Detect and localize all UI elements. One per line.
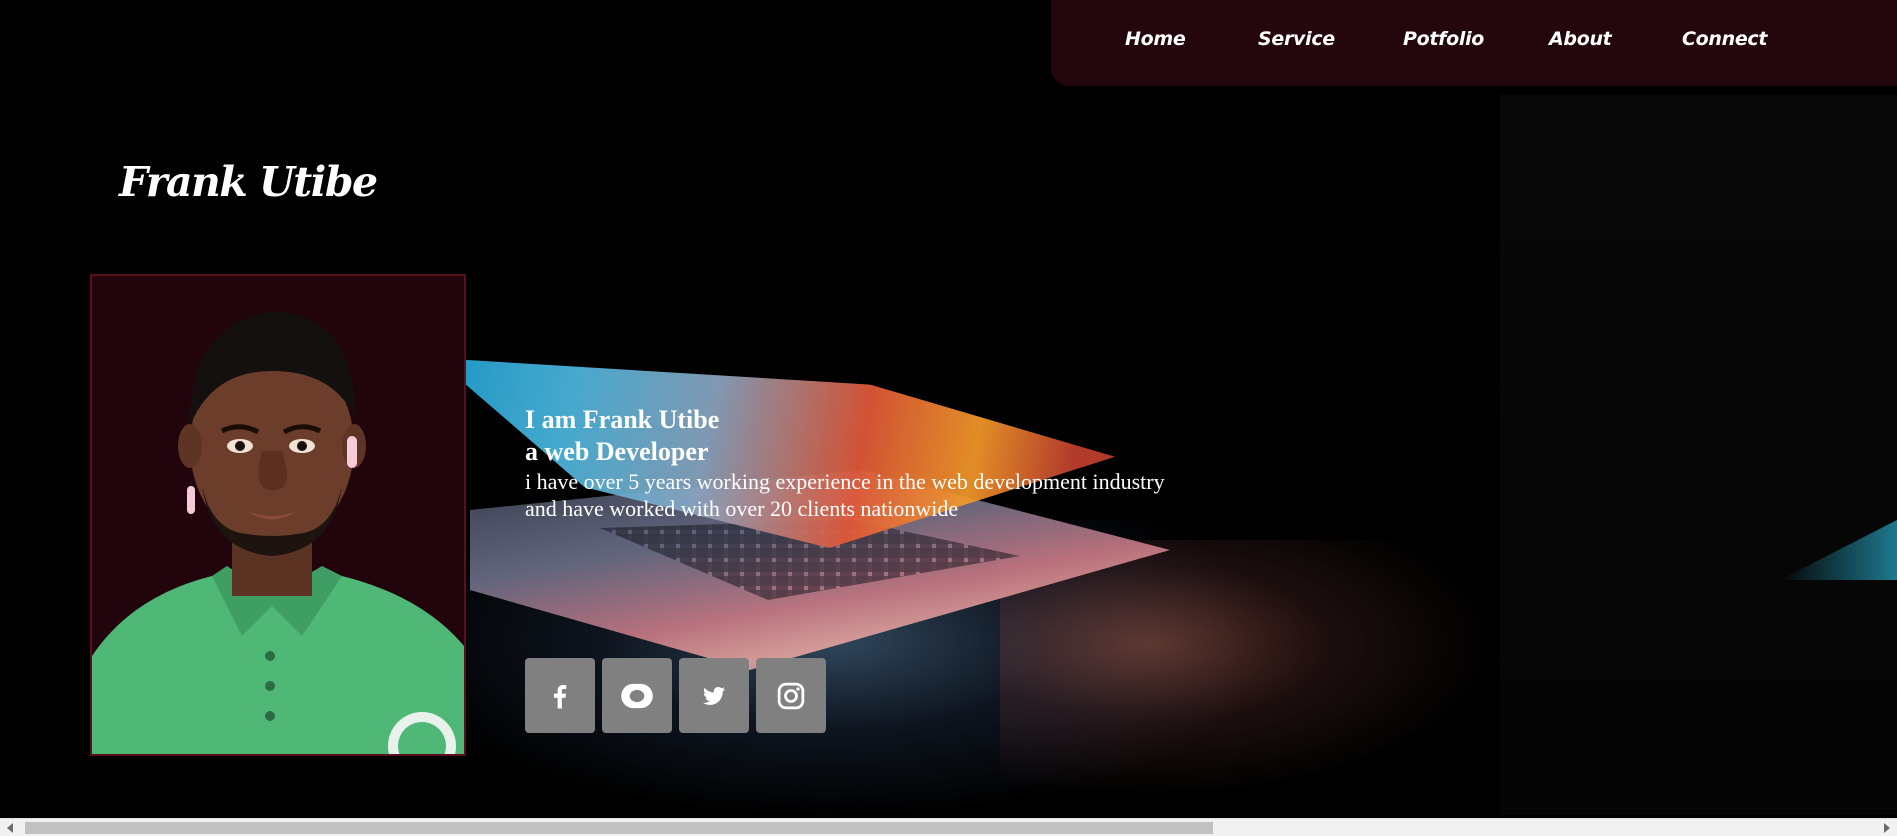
scroll-left-arrow-icon[interactable] bbox=[7, 823, 13, 833]
facebook-icon bbox=[554, 684, 567, 708]
top-nav: Home Service Potfolio About Connect bbox=[1051, 0, 1897, 86]
hero-intro: I am Frank Utibe a web Developer i have … bbox=[525, 404, 1165, 522]
hero-heading-name: I am Frank Utibe bbox=[525, 405, 720, 434]
facebook-button[interactable] bbox=[525, 658, 595, 733]
page: Home Service Potfolio About Connect Fran… bbox=[0, 0, 1897, 836]
social-links bbox=[525, 658, 826, 733]
profile-photo bbox=[90, 274, 466, 756]
instagram-button[interactable] bbox=[756, 658, 826, 733]
scroll-right-arrow-icon[interactable] bbox=[1884, 823, 1890, 833]
nav-item-home[interactable]: Home bbox=[1125, 28, 1186, 50]
twitter-icon bbox=[703, 686, 725, 705]
horizontal-scrollbar[interactable] bbox=[0, 818, 1897, 836]
youtube-button[interactable] bbox=[602, 658, 672, 733]
hero-description-line-2: and have worked with over 20 clients nat… bbox=[525, 496, 959, 521]
nav-item-about[interactable]: About bbox=[1549, 28, 1612, 50]
nav-item-service[interactable]: Service bbox=[1258, 28, 1335, 50]
hero-description-line-1: i have over 5 years working experience i… bbox=[525, 469, 1165, 494]
twitter-button[interactable] bbox=[679, 658, 749, 733]
nav-item-connect[interactable]: Connect bbox=[1682, 28, 1767, 50]
hero-heading-role: a web Developer bbox=[525, 437, 709, 466]
brand-name: Frank Utibe bbox=[119, 158, 378, 206]
youtube-icon bbox=[621, 683, 653, 708]
scrollbar-thumb[interactable] bbox=[25, 822, 1213, 834]
instagram-icon bbox=[777, 682, 805, 709]
nav-item-portfolio[interactable]: Potfolio bbox=[1403, 28, 1484, 50]
